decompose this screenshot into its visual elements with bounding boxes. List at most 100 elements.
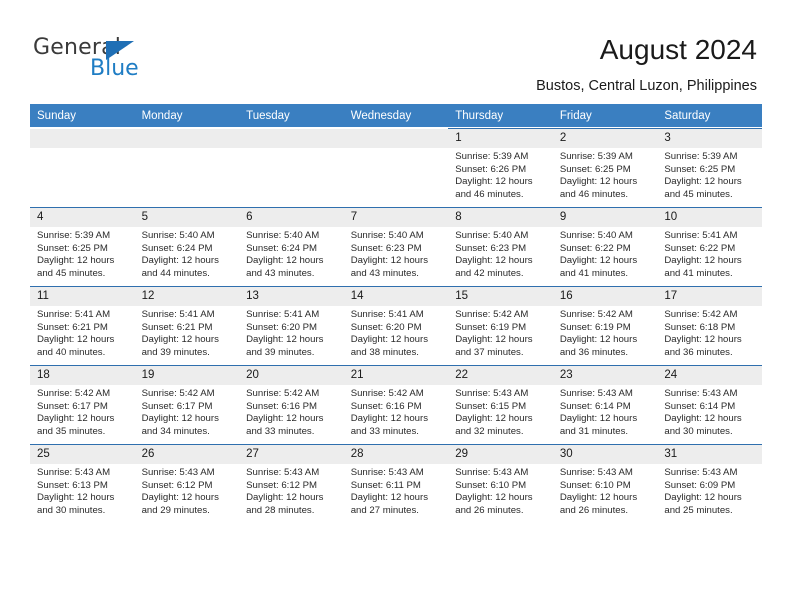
calendar-cell-day-7[interactable]: 7 Sunrise: 5:40 AM Sunset: 6:23 PM Daylight… <box>343 206 449 286</box>
calendar-cell-day-28[interactable]: 28 Sunrise: 5:43 AM Sunset: 6:11 PM Dayligh… <box>343 443 449 522</box>
sunrise-text: Sunrise: 5:43 AM <box>664 388 738 399</box>
calendar-cell-empty <box>134 127 240 207</box>
day-cell-body: 11 Sunrise: 5:41 AM Sunset: 6:21 PM Dayligh… <box>30 286 135 364</box>
day-details: Sunrise: 5:43 AM Sunset: 6:14 PM Daylight:… <box>657 385 762 438</box>
sunset-text: Sunset: 6:12 PM <box>141 479 213 491</box>
calendar-cell-day-29[interactable]: 29 Sunrise: 5:43 AM Sunset: 6:10 PM Dayligh… <box>448 443 553 522</box>
day-cell-body: 10 Sunrise: 5:41 AM Sunset: 6:22 PM Dayligh… <box>657 207 762 285</box>
sunset-text: Sunset: 6:25 PM <box>559 163 631 175</box>
calendar-cell-day-9[interactable]: 9 Sunrise: 5:40 AM Sunset: 6:22 PM Daylight… <box>552 206 658 286</box>
calendar-cell-day-5[interactable]: 5 Sunrise: 5:40 AM Sunset: 6:24 PM Daylight… <box>134 206 240 286</box>
calendar-cell-day-17[interactable]: 17 Sunrise: 5:42 AM Sunset: 6:18 PM Dayligh… <box>657 285 762 365</box>
daylight-text-line2: and 40 minutes. <box>37 346 106 358</box>
daylight-text-line2: and 26 minutes. <box>455 504 524 516</box>
sunrise-text: Sunrise: 5:40 AM <box>350 230 424 241</box>
sunset-text: Sunset: 6:13 PM <box>37 479 108 491</box>
daylight-text-line2: and 39 minutes. <box>246 346 315 358</box>
daylight-text-line1: Daylight: 12 hours <box>455 413 533 425</box>
calendar-cell-day-3[interactable]: 3 Sunrise: 5:39 AM Sunset: 6:25 PM Daylight… <box>657 127 762 207</box>
calendar-cell-day-15[interactable]: 15 Sunrise: 5:42 AM Sunset: 6:19 PM Dayligh… <box>448 285 553 365</box>
daylight-text-line1: Daylight: 12 hours <box>246 413 324 425</box>
calendar-cell-day-26[interactable]: 26 Sunrise: 5:43 AM Sunset: 6:12 PM Dayligh… <box>134 443 240 522</box>
day-details: Sunrise: 5:40 AM Sunset: 6:24 PM Daylight:… <box>135 227 240 280</box>
calendar-cell-day-30[interactable]: 30 Sunrise: 5:43 AM Sunset: 6:10 PM Dayligh… <box>552 443 658 522</box>
day-details: Sunrise: 5:40 AM Sunset: 6:23 PM Daylight:… <box>344 227 449 280</box>
daylight-text-line2: and 30 minutes. <box>664 425 733 437</box>
calendar-cell-day-10[interactable]: 10 Sunrise: 5:41 AM Sunset: 6:22 PM Dayligh… <box>657 206 762 286</box>
day-number: 29 <box>448 445 553 464</box>
calendar-cell-day-24[interactable]: 24 Sunrise: 5:43 AM Sunset: 6:14 PM Dayligh… <box>657 364 762 444</box>
sunrise-text: Sunrise: 5:42 AM <box>246 388 320 399</box>
calendar-cell-day-6[interactable]: 6 Sunrise: 5:40 AM Sunset: 6:24 PM Daylight… <box>239 206 344 286</box>
calendar-cell-day-2[interactable]: 2 Sunrise: 5:39 AM Sunset: 6:25 PM Daylight… <box>552 127 658 207</box>
daylight-text-line2: and 25 minutes. <box>664 504 733 516</box>
daylight-text-line2: and 34 minutes. <box>141 425 210 437</box>
sunset-text: Sunset: 6:14 PM <box>664 400 736 412</box>
sunset-text: Sunset: 6:10 PM <box>559 479 631 491</box>
day-cell-body: 13 Sunrise: 5:41 AM Sunset: 6:20 PM Dayligh… <box>239 286 344 364</box>
sunrise-text: Sunrise: 5:43 AM <box>455 467 529 478</box>
calendar-cell-day-20[interactable]: 20 Sunrise: 5:42 AM Sunset: 6:16 PM Dayligh… <box>239 364 344 444</box>
calendar-cell-day-23[interactable]: 23 Sunrise: 5:43 AM Sunset: 6:14 PM Dayligh… <box>552 364 658 444</box>
day-number: 12 <box>134 287 240 306</box>
daylight-text-line1: Daylight: 12 hours <box>246 492 324 504</box>
daylight-text-line2: and 44 minutes. <box>141 267 210 279</box>
calendar-week-row: 18 Sunrise: 5:42 AM Sunset: 6:17 PM Dayligh… <box>30 364 762 444</box>
daylight-text-line2: and 41 minutes. <box>664 267 733 279</box>
day-details: Sunrise: 5:40 AM Sunset: 6:24 PM Daylight:… <box>239 227 344 280</box>
calendar-cell-day-11[interactable]: 11 Sunrise: 5:41 AM Sunset: 6:21 PM Dayligh… <box>30 285 135 365</box>
day-details: Sunrise: 5:42 AM Sunset: 6:17 PM Daylight:… <box>30 385 135 438</box>
calendar-cell-day-12[interactable]: 12 Sunrise: 5:41 AM Sunset: 6:21 PM Dayligh… <box>134 285 240 365</box>
empty-cell-body <box>239 128 344 206</box>
day-number-placeholder <box>30 129 135 148</box>
daylight-text-line1: Daylight: 12 hours <box>141 492 219 504</box>
daylight-text-line1: Daylight: 12 hours <box>246 255 324 267</box>
daylight-text-line1: Daylight: 12 hours <box>559 255 638 267</box>
day-number: 27 <box>239 445 344 464</box>
calendar-cell-day-8[interactable]: 8 Sunrise: 5:40 AM Sunset: 6:23 PM Daylight… <box>448 206 553 286</box>
day-cell-body: 25 Sunrise: 5:43 AM Sunset: 6:13 PM Dayligh… <box>30 444 135 522</box>
daylight-text-line1: Daylight: 12 hours <box>559 334 638 346</box>
sunset-text: Sunset: 6:15 PM <box>455 400 527 412</box>
weekday-header-sunday: Sunday <box>30 104 135 128</box>
calendar-week-row: 1 Sunrise: 5:39 AM Sunset: 6:26 PM Daylight… <box>30 127 762 207</box>
calendar-cell-day-25[interactable]: 25 Sunrise: 5:43 AM Sunset: 6:13 PM Dayligh… <box>30 443 135 522</box>
day-number: 11 <box>30 287 135 306</box>
calendar-week-row: 25 Sunrise: 5:43 AM Sunset: 6:13 PM Dayligh… <box>30 443 762 522</box>
sunset-text: Sunset: 6:22 PM <box>559 242 631 254</box>
day-number: 7 <box>343 208 449 227</box>
calendar-cell-day-19[interactable]: 19 Sunrise: 5:42 AM Sunset: 6:17 PM Dayligh… <box>134 364 240 444</box>
calendar-cell-day-14[interactable]: 14 Sunrise: 5:41 AM Sunset: 6:20 PM Dayligh… <box>343 285 449 365</box>
day-details: Sunrise: 5:43 AM Sunset: 6:12 PM Daylight:… <box>239 464 344 517</box>
day-cell-body: 19 Sunrise: 5:42 AM Sunset: 6:17 PM Dayligh… <box>134 365 240 443</box>
calendar-cell-day-21[interactable]: 21 Sunrise: 5:42 AM Sunset: 6:16 PM Dayligh… <box>343 364 449 444</box>
calendar-cell-day-31[interactable]: 31 Sunrise: 5:43 AM Sunset: 6:09 PM Dayligh… <box>657 443 762 522</box>
calendar-cell-day-18[interactable]: 18 Sunrise: 5:42 AM Sunset: 6:17 PM Dayligh… <box>30 364 135 444</box>
sunrise-text: Sunrise: 5:39 AM <box>455 151 529 162</box>
sunset-text: Sunset: 6:10 PM <box>455 479 527 491</box>
day-cell-body: 4 Sunrise: 5:39 AM Sunset: 6:25 PM Daylight… <box>30 207 135 285</box>
daylight-text-line2: and 46 minutes. <box>559 188 629 200</box>
day-details: Sunrise: 5:43 AM Sunset: 6:09 PM Daylight:… <box>657 464 762 517</box>
day-cell-body: 30 Sunrise: 5:43 AM Sunset: 6:10 PM Dayligh… <box>552 444 658 522</box>
day-cell-body: 16 Sunrise: 5:42 AM Sunset: 6:19 PM Dayligh… <box>552 286 658 364</box>
day-details: Sunrise: 5:42 AM Sunset: 6:16 PM Daylight:… <box>344 385 449 438</box>
calendar-cell-day-27[interactable]: 27 Sunrise: 5:43 AM Sunset: 6:12 PM Dayligh… <box>239 443 344 522</box>
day-cell-body: 26 Sunrise: 5:43 AM Sunset: 6:12 PM Dayligh… <box>134 444 240 522</box>
calendar-cell-day-4[interactable]: 4 Sunrise: 5:39 AM Sunset: 6:25 PM Daylight… <box>30 206 135 286</box>
day-cell-body: 1 Sunrise: 5:39 AM Sunset: 6:26 PM Daylight… <box>448 128 553 206</box>
daylight-text-line1: Daylight: 12 hours <box>664 255 742 267</box>
calendar-cell-day-22[interactable]: 22 Sunrise: 5:43 AM Sunset: 6:15 PM Dayligh… <box>448 364 553 444</box>
daylight-text-line1: Daylight: 12 hours <box>37 492 115 504</box>
daylight-text-line2: and 33 minutes. <box>246 425 315 437</box>
sunset-text: Sunset: 6:20 PM <box>350 321 422 333</box>
calendar-cell-day-16[interactable]: 16 Sunrise: 5:42 AM Sunset: 6:19 PM Dayligh… <box>552 285 658 365</box>
daylight-text-line2: and 26 minutes. <box>559 504 629 516</box>
brand-logo[interactable]: General Blue <box>33 36 213 82</box>
sunset-text: Sunset: 6:19 PM <box>455 321 527 333</box>
calendar-cell-day-1[interactable]: 1 Sunrise: 5:39 AM Sunset: 6:26 PM Daylight… <box>448 127 553 207</box>
calendar-cell-day-13[interactable]: 13 Sunrise: 5:41 AM Sunset: 6:20 PM Dayligh… <box>239 285 344 365</box>
day-number: 3 <box>657 129 762 148</box>
day-details: Sunrise: 5:41 AM Sunset: 6:21 PM Daylight:… <box>135 306 240 359</box>
sunset-text: Sunset: 6:14 PM <box>559 400 631 412</box>
